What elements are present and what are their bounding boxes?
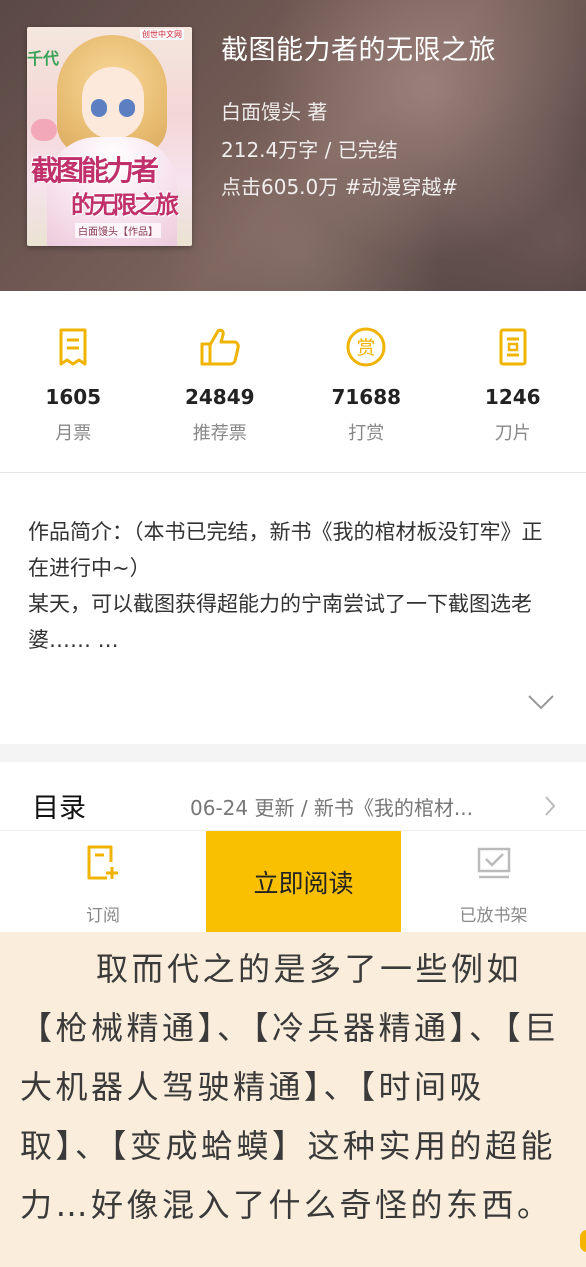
subscribe-label: 订阅	[86, 906, 120, 926]
cover-title-line2: 的无限之旅	[71, 191, 179, 219]
metric-value: 24849	[184, 385, 255, 409]
reward-coin-icon: 赏	[344, 325, 388, 369]
subscribe-button[interactable]: 订阅	[0, 831, 206, 933]
bookshelf-label: 已放书架	[459, 906, 528, 926]
book-cover[interactable]: 千代 创世中文网 截图能力者 的无限之旅 白面馒头【作品】	[27, 27, 192, 246]
section-divider	[0, 744, 586, 762]
bookshelf-check-icon	[474, 843, 514, 883]
toc-latest-update: 06-24 更新 / 新书《我的棺材...	[190, 796, 473, 820]
metric-label: 月票	[55, 423, 92, 444]
cover-top-tag: 千代	[27, 49, 60, 68]
thumbs-up-icon	[198, 325, 242, 369]
table-of-contents-row[interactable]: 目录 06-24 更新 / 新书《我的棺材...	[0, 762, 586, 830]
metric-value: 1246	[484, 385, 541, 409]
book-clicks-tag: 点击605.0万 #动漫穿越#	[221, 175, 459, 199]
metric-monthly-ticket[interactable]: 1605 月票	[0, 291, 147, 472]
metric-label: 刀片	[494, 423, 531, 444]
excerpt-text: 取而代之的是多了一些例如【枪械精通】、【冷兵器精通】、【巨大机器人驾驶精通】、【…	[20, 950, 560, 1224]
monthly-ticket-icon	[51, 325, 95, 369]
metric-label: 打赏	[348, 423, 385, 444]
book-header: 千代 创世中文网 截图能力者 的无限之旅 白面馒头【作品】 截图能力者的无限之旅…	[0, 0, 586, 291]
bookshelf-button[interactable]: 已放书架	[401, 831, 586, 933]
svg-text:赏: 赏	[357, 337, 376, 359]
bottom-action-bar: 订阅 立即阅读 已放书架	[0, 830, 586, 933]
metric-recommend-ticket[interactable]: 24849 推荐票	[147, 291, 294, 472]
metric-blade[interactable]: 1246 刀片	[440, 291, 586, 472]
book-title: 截图能力者的无限之旅	[221, 35, 496, 66]
book-word-count-status: 212.4万字 / 已完结	[221, 138, 398, 162]
book-author[interactable]: 白面馒头 著	[221, 96, 327, 125]
blade-icon	[491, 325, 535, 369]
metric-label: 推荐票	[192, 423, 247, 444]
metric-value: 1605	[45, 385, 102, 409]
chevron-right-icon	[543, 794, 557, 822]
metrics-row: 1605 月票 24849 推荐票 赏 71688 打赏 1246 刀片	[0, 291, 586, 473]
intro-text: 作品简介：（本书已完结，新书《我的棺材板没钉牢》正在进行中~） 某天，可以截图获…	[28, 520, 543, 652]
metric-reward[interactable]: 赏 71688 打赏	[293, 291, 440, 472]
reading-excerpt: 取而代之的是多了一些例如【枪械精通】、【冷兵器精通】、【巨大机器人驾驶精通】、【…	[0, 932, 586, 1267]
scroll-indicator[interactable]	[580, 1230, 586, 1252]
subscribe-icon	[83, 843, 123, 883]
metric-value: 71688	[331, 385, 402, 409]
expand-chevron-icon[interactable]	[526, 692, 556, 716]
cover-title-line1: 截图能力者	[31, 154, 159, 187]
book-intro[interactable]: 作品简介：（本书已完结，新书《我的棺材板没钉牢》正在进行中~） 某天，可以截图获…	[0, 474, 586, 744]
toc-label: 目录	[32, 793, 86, 824]
read-now-button[interactable]: 立即阅读	[206, 831, 401, 933]
cover-author-tag: 白面馒头【作品】	[75, 223, 161, 238]
cover-publisher-logo: 创世中文网	[140, 29, 184, 40]
